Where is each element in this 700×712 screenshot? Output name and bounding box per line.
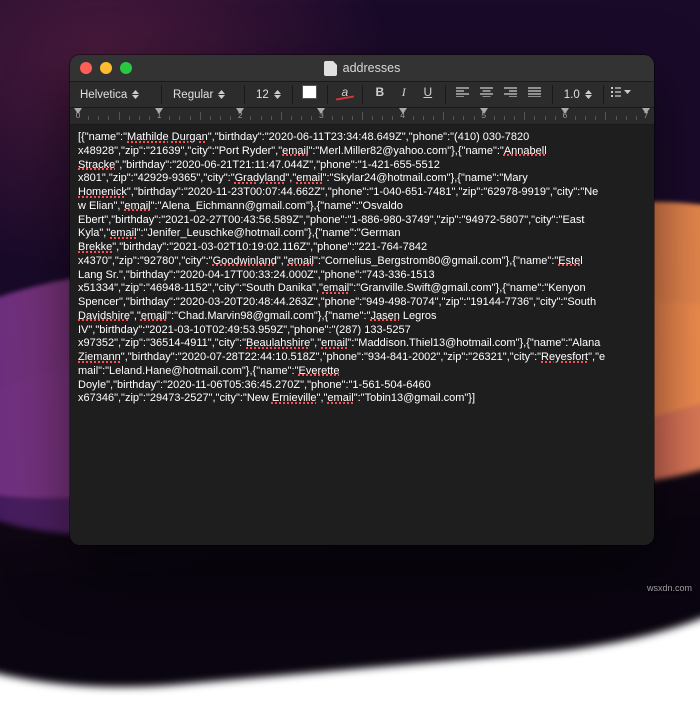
align-right-button[interactable] — [501, 82, 521, 102]
watermark: wsxdn.com — [647, 583, 692, 593]
bold-button[interactable]: B — [370, 82, 390, 102]
underline-button[interactable]: U — [418, 82, 438, 102]
ruler-caret-icon — [317, 108, 325, 114]
ruler-caret-icon — [480, 108, 488, 114]
close-button[interactable] — [80, 62, 92, 74]
document-content[interactable]: [{"name":"Mathilde Durgan","birthday":"2… — [70, 125, 654, 545]
text-line: w Elian","email":"Alena_Eichmann@gmail.c… — [78, 200, 646, 214]
chevron-updown-icon — [585, 90, 592, 99]
align-justify-button[interactable] — [525, 82, 545, 102]
line-spacing-dropdown[interactable]: 1.0 — [560, 82, 596, 107]
align-center-icon — [480, 87, 493, 97]
text-line: x801","zip":"42929-9365","city":"Gradyla… — [78, 172, 646, 186]
text-line: Kyla","email":"Jenifer_Leuschke@hotmail.… — [78, 227, 646, 241]
font-size-value: 12 — [256, 89, 269, 101]
chevron-updown-icon — [218, 90, 225, 99]
list-icon — [611, 87, 621, 97]
chevron-updown-icon — [274, 90, 281, 99]
text-line: x51334","zip":"46948-1152","city":"South… — [78, 282, 646, 296]
align-left-icon — [456, 87, 469, 97]
style-reset-button[interactable]: a — [335, 82, 355, 102]
text-line: x48928","zip":"21639","city":"Port Ryder… — [78, 145, 646, 159]
align-justify-icon — [528, 87, 541, 97]
titlebar[interactable]: addresses — [70, 55, 654, 82]
maximize-button[interactable] — [120, 62, 132, 74]
font-style-value: Regular — [173, 89, 213, 101]
ruler-caret-icon — [561, 108, 569, 114]
textedit-window: addresses Helvetica Regular 12 — [70, 55, 654, 545]
window-title: addresses — [343, 61, 401, 75]
text-line: Spencer","birthday":"2020-03-20T20:48:44… — [78, 296, 646, 310]
document-icon — [324, 61, 337, 76]
list-style-button[interactable] — [611, 82, 631, 102]
line-spacing-value: 1.0 — [564, 89, 580, 101]
align-left-button[interactable] — [453, 82, 473, 102]
text-line: Ebert","birthday":"2021-02-27T00:43:56.5… — [78, 214, 646, 228]
ruler-caret-icon — [74, 108, 82, 114]
ruler[interactable]: 01234567 — [70, 108, 654, 125]
font-style-dropdown[interactable]: Regular — [169, 82, 237, 107]
color-swatch-icon — [302, 85, 317, 99]
minimize-button[interactable] — [100, 62, 112, 74]
italic-button[interactable]: I — [394, 82, 414, 102]
text-color-button[interactable] — [300, 82, 320, 102]
ruler-caret-icon — [399, 108, 407, 114]
align-right-icon — [504, 87, 517, 97]
chevron-down-icon — [624, 90, 631, 94]
font-family-value: Helvetica — [80, 89, 127, 101]
text-line: x67346","zip":"29473-2527","city":"New E… — [78, 392, 646, 406]
ruler-caret-icon — [642, 108, 650, 114]
ruler-caret-icon — [236, 108, 244, 114]
ruler-caret-icon — [155, 108, 163, 114]
text-line: x97352","zip":"36514-4911","city":"Beaul… — [78, 337, 646, 351]
text-line: IV","birthday":"2021-03-10T02:49:53.959Z… — [78, 324, 646, 338]
text-line: mail":"Leland.Hane@hotmail.com"},{"name"… — [78, 365, 646, 379]
text-line: Lang Sr.","birthday":"2020-04-17T00:33:2… — [78, 269, 646, 283]
traffic-lights — [80, 62, 132, 74]
text-line: x4370","zip":"92780","city":"Goodwinland… — [78, 255, 646, 269]
text-line: Stracke","birthday":"2020-06-21T21:11:47… — [78, 159, 646, 173]
text-line: Davidshire","email":"Chad.Marvin98@gmail… — [78, 310, 646, 324]
text-line: Brekke","birthday":"2021-03-02T10:19:02.… — [78, 241, 646, 255]
font-size-dropdown[interactable]: 12 — [252, 82, 285, 107]
text-line: [{"name":"Mathilde Durgan","birthday":"2… — [78, 131, 646, 145]
chevron-updown-icon — [132, 90, 139, 99]
text-line: Doyle","birthday":"2020-11-06T05:36:45.2… — [78, 379, 646, 393]
text-line: Ziemann","birthday":"2020-07-28T22:44:10… — [78, 351, 646, 365]
font-family-dropdown[interactable]: Helvetica — [76, 82, 154, 107]
format-toolbar: Helvetica Regular 12 a — [70, 82, 654, 108]
text-line: Homenick","birthday":"2020-11-23T00:07:4… — [78, 186, 646, 200]
align-center-button[interactable] — [477, 82, 497, 102]
